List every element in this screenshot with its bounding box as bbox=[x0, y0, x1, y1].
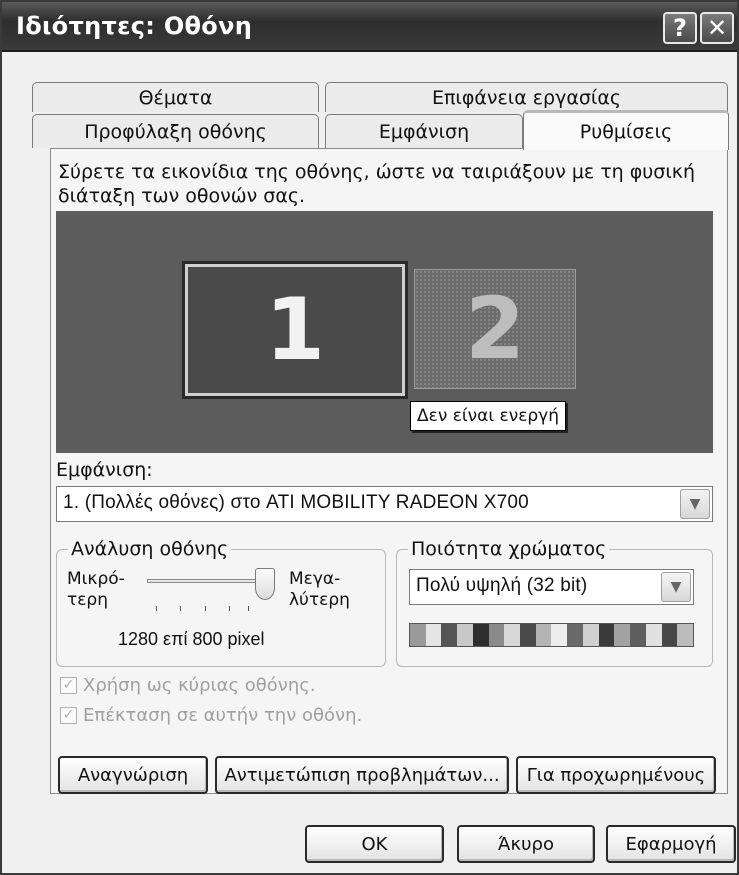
resolution-less-label-line1: Μικρό- bbox=[67, 569, 125, 589]
tab-screensaver[interactable]: Προφύλαξη οθόνης bbox=[32, 114, 319, 148]
button-label: Αντιμετώπιση προβλημάτων... bbox=[224, 764, 500, 786]
tab-label: Ρυθμίσεις bbox=[579, 120, 673, 143]
resolution-slider-thumb[interactable] bbox=[255, 568, 275, 600]
tab-label: Εμφάνιση bbox=[378, 120, 470, 143]
help-icon: ? bbox=[673, 14, 687, 42]
slider-tick bbox=[205, 606, 206, 611]
resolution-less-label: Μικρό- τερη bbox=[67, 569, 125, 611]
monitor-number: 1 bbox=[265, 280, 325, 380]
advanced-button[interactable]: Για προχωρημένους bbox=[516, 756, 716, 794]
display-dropdown[interactable]: 1. (Πολλές οθόνες) στο ATI MOBILITY RADE… bbox=[56, 486, 713, 522]
resolution-more-label-line1: Μεγα- bbox=[289, 569, 341, 589]
display-dropdown-value: 1. (Πολλές οθόνες) στο ATI MOBILITY RADE… bbox=[63, 492, 529, 513]
color-quality-group bbox=[396, 549, 713, 667]
close-button[interactable]: ✕ bbox=[700, 12, 734, 44]
color-quality-dropdown[interactable]: Πολύ υψηλή (32 bit) ▼ bbox=[409, 569, 694, 605]
button-label: Για προχωρημένους bbox=[526, 764, 706, 786]
color-preview-bar bbox=[409, 623, 694, 647]
slider-tick bbox=[156, 606, 157, 611]
tab-label: Επιφάνεια εργασίας bbox=[431, 86, 622, 109]
checkbox-label: Επέκταση σε αυτήν την οθόνη. bbox=[83, 705, 363, 726]
check-icon: ✓ bbox=[60, 677, 77, 694]
title-bar[interactable]: Ιδιότητες: Οθόνη ? ✕ bbox=[2, 2, 737, 52]
tab-label: Θέματα bbox=[138, 86, 213, 109]
chevron-down-icon[interactable]: ▼ bbox=[661, 572, 691, 602]
slider-tick bbox=[180, 606, 181, 611]
display-label: Εμφάνιση: bbox=[56, 459, 153, 481]
slider-tick bbox=[248, 606, 249, 611]
checkbox-label: Χρήση ως κύριας οθόνης. bbox=[83, 675, 316, 696]
cancel-button[interactable]: Άκυρο bbox=[457, 825, 595, 863]
instruction-text: Σύρετε τα εικονίδια της οθόνης, ώστε να … bbox=[58, 161, 696, 207]
tab-appearance[interactable]: Εμφάνιση bbox=[325, 114, 523, 148]
tab-themes[interactable]: Θέματα bbox=[32, 82, 319, 112]
check-icon: ✓ bbox=[60, 707, 77, 724]
color-quality-group-title: Ποιότητα χρώματος bbox=[408, 538, 610, 560]
color-quality-value: Πολύ υψηλή (32 bit) bbox=[416, 575, 588, 596]
identify-button[interactable]: Αναγνώριση bbox=[58, 756, 208, 794]
button-label: Άκυρο bbox=[498, 833, 554, 855]
resolution-less-label-line2: τερη bbox=[67, 590, 108, 610]
button-label: Αναγνώριση bbox=[77, 764, 189, 786]
monitor-number: 2 bbox=[465, 279, 525, 379]
apply-button[interactable]: Εφαρμογή bbox=[606, 825, 736, 863]
tab-settings[interactable]: Ρυθμίσεις bbox=[523, 110, 729, 150]
close-icon: ✕ bbox=[706, 14, 728, 42]
slider-tick bbox=[229, 606, 230, 611]
extend-desktop-checkbox[interactable]: ✓ Επέκταση σε αυτήν την οθόνη. bbox=[60, 705, 362, 726]
button-label: Εφαρμογή bbox=[625, 833, 717, 855]
resolution-more-label: Μεγα- λύτερη bbox=[289, 569, 350, 611]
chevron-down-icon[interactable]: ▼ bbox=[680, 489, 710, 519]
primary-monitor-checkbox[interactable]: ✓ Χρήση ως κύριας οθόνης. bbox=[60, 675, 316, 696]
monitor-tooltip: Δεν είναι ενεργή bbox=[410, 401, 567, 431]
monitor-1[interactable]: 1 bbox=[182, 261, 408, 399]
tab-label: Προφύλαξη οθόνης bbox=[84, 120, 267, 143]
window-title: Ιδιότητες: Οθόνη bbox=[16, 12, 253, 40]
ok-button[interactable]: OK bbox=[305, 825, 444, 863]
display-properties-window: Ιδιότητες: Οθόνη ? ✕ Θέματα Επιφάνεια ερ… bbox=[0, 0, 739, 875]
resolution-group-title: Ανάλυση οθόνης bbox=[68, 538, 232, 560]
monitor-2[interactable]: 2 bbox=[414, 269, 576, 389]
help-button[interactable]: ? bbox=[663, 12, 697, 44]
troubleshoot-button[interactable]: Αντιμετώπιση προβλημάτων... bbox=[215, 756, 509, 794]
tab-desktop[interactable]: Επιφάνεια εργασίας bbox=[325, 82, 728, 112]
resolution-value: 1280 επί 800 pixel bbox=[118, 629, 265, 649]
resolution-more-label-line2: λύτερη bbox=[289, 590, 350, 610]
button-label: OK bbox=[361, 833, 388, 855]
